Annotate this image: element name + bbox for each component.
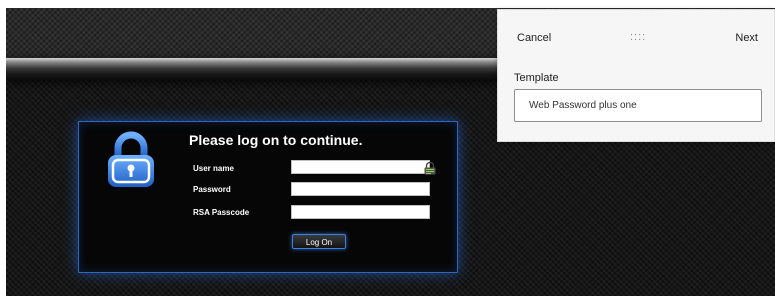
password-field[interactable]: [291, 182, 430, 196]
template-field[interactable]: Web Password plus one: [514, 89, 762, 122]
rsa-passcode-field[interactable]: [291, 205, 430, 219]
next-button[interactable]: Next: [735, 32, 758, 44]
login-title: Please log on to continue.: [189, 132, 363, 148]
username-field[interactable]: [291, 160, 430, 174]
password-label: Password: [193, 185, 231, 194]
drag-handle[interactable]: ::::: [630, 31, 646, 43]
password-manager-icon[interactable]: [424, 161, 436, 175]
login-panel: Please log on to continue. User name Pas…: [78, 121, 458, 273]
template-label: Template: [514, 72, 559, 84]
rsa-passcode-label: RSA Passcode: [193, 208, 250, 217]
cancel-button[interactable]: Cancel: [517, 32, 551, 44]
username-label: User name: [193, 164, 234, 173]
padlock-icon: [105, 131, 157, 189]
autofill-popover: Cancel :::: Next Template Web Password p…: [497, 9, 775, 142]
log-on-button[interactable]: Log On: [292, 234, 346, 249]
